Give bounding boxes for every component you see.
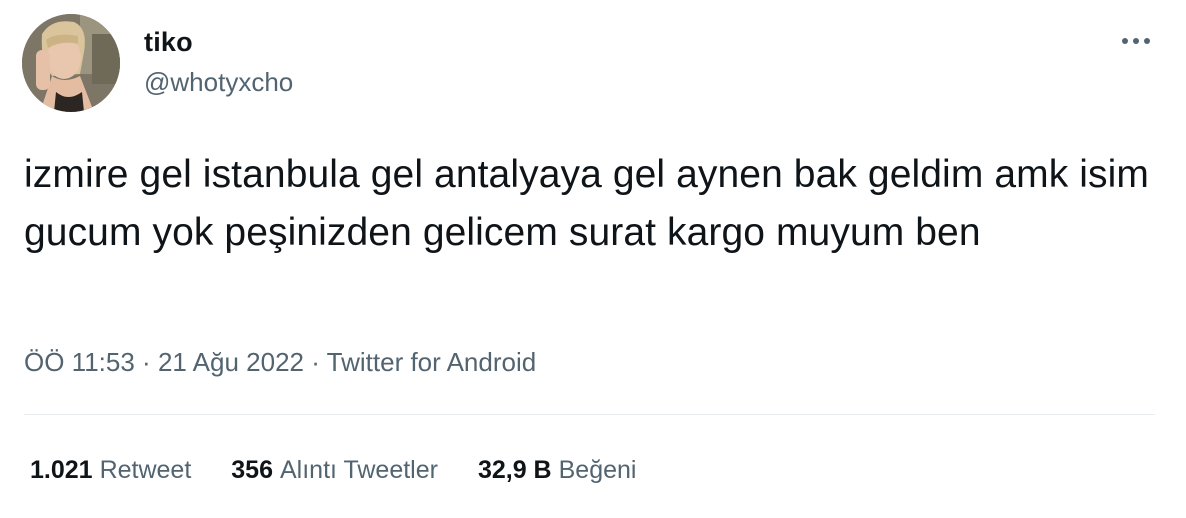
tweet-card: tiko @whotyxcho izmire gel istanbula gel… [0, 0, 1186, 518]
more-options-button[interactable] [1116, 28, 1156, 54]
tweet-date: 21 Ağu 2022 [157, 347, 304, 377]
quote-tweets-stat[interactable]: 356 Alıntı Tweetler [231, 453, 438, 487]
retweets-count: 1.021 [30, 456, 93, 484]
meta-separator: · [311, 347, 320, 377]
retweets-stat[interactable]: 1.021 Retweet [30, 453, 191, 487]
likes-count: 32,9 B [477, 456, 552, 484]
retweets-label: Retweet [99, 456, 192, 484]
tweet-text: izmire gel istanbula gel antalyaya gel a… [24, 153, 1160, 254]
tweet-time-link[interactable]: ÖÖ 11:53 · 21 Ağu 2022 [24, 347, 304, 377]
divider [24, 414, 1155, 415]
avatar-photo [22, 14, 120, 112]
tweet-time: ÖÖ 11:53 [24, 347, 135, 377]
tweet-source-link[interactable]: Twitter for Android [327, 347, 537, 377]
quote-tweets-label: Alıntı Tweetler [280, 456, 438, 484]
meta-separator: · [142, 347, 151, 377]
avatar[interactable] [22, 14, 120, 112]
more-horizontal-icon [1122, 38, 1150, 44]
likes-label: Beğeni [558, 456, 637, 484]
likes-stat[interactable]: 32,9 B Beğeni [478, 453, 637, 487]
user-handle[interactable]: @whotyxcho [144, 66, 293, 98]
display-name[interactable]: tiko [144, 26, 193, 58]
engagement-stats: 1.021 Retweet 356 Alıntı Tweetler 32,9 B… [30, 453, 676, 487]
quote-tweets-count: 356 [231, 456, 273, 484]
tweet-metadata: ÖÖ 11:53 · 21 Ağu 2022 · Twitter for And… [24, 345, 536, 379]
